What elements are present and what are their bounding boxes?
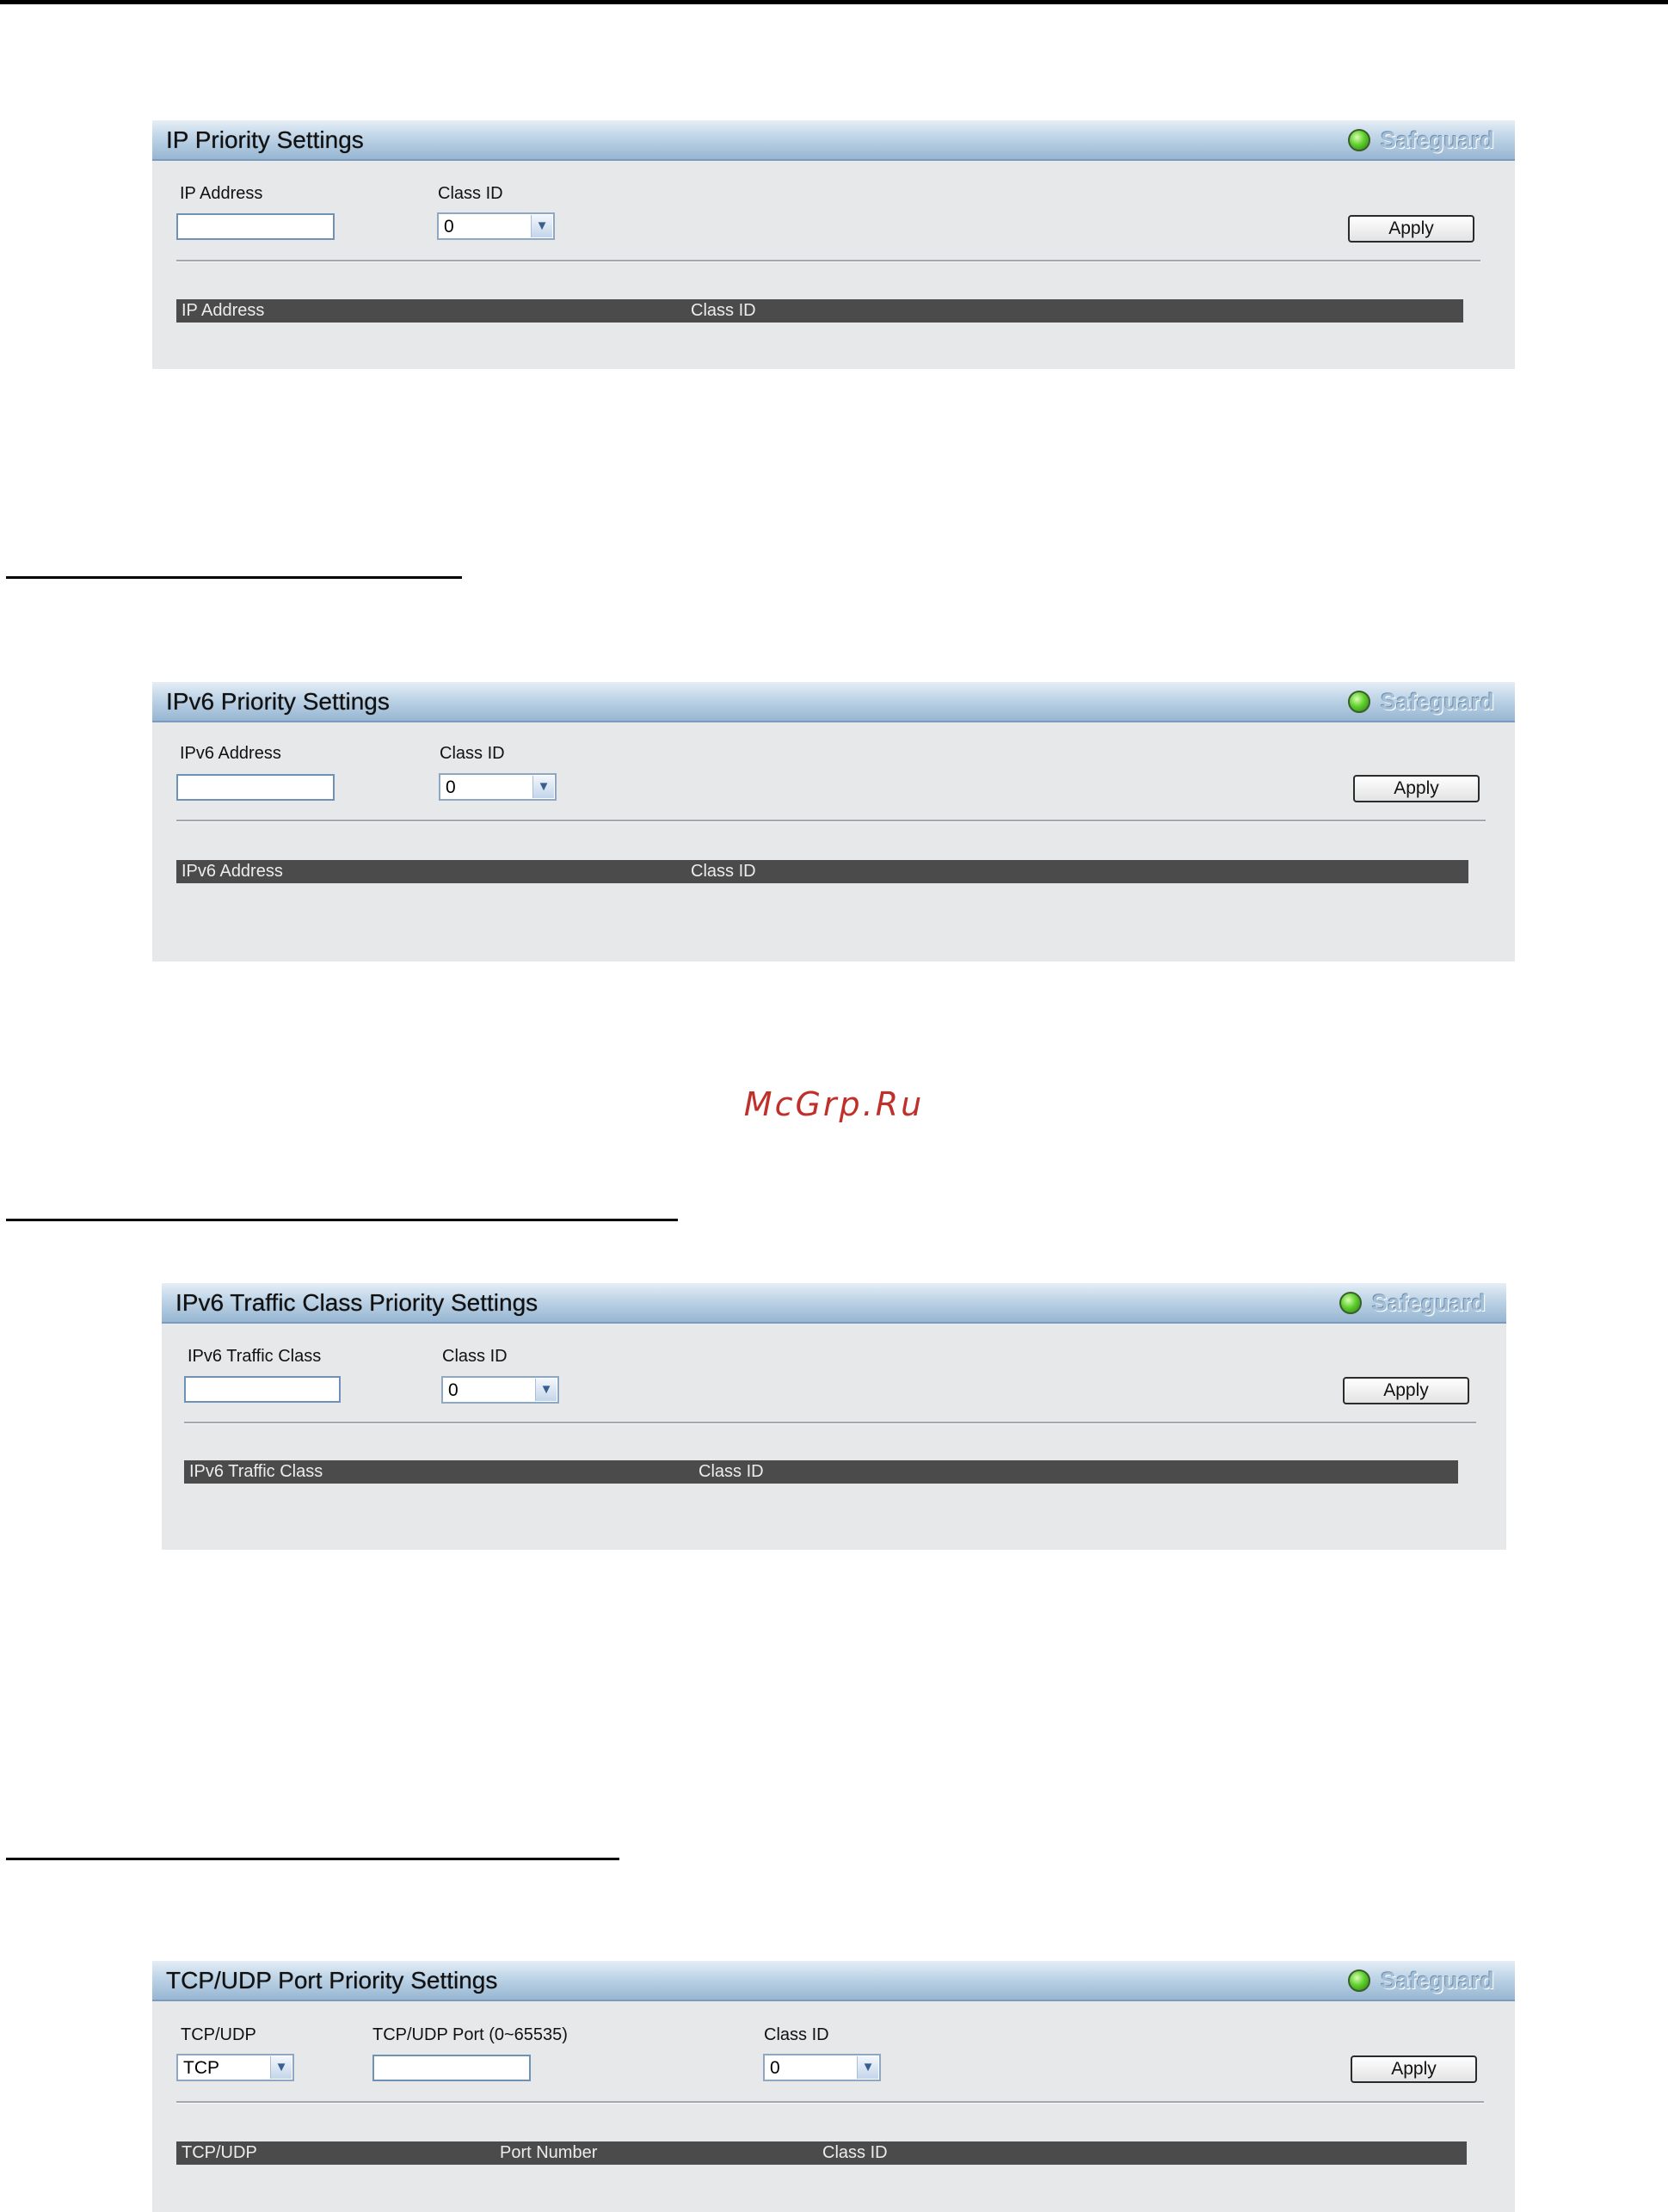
class-id-value: 0 [448,1380,459,1400]
tcp-udp-port-label: TCP/UDP Port (0~65535) [372,2025,568,2044]
apply-button[interactable]: Apply [1348,215,1474,243]
panel-title: IPv6 Priority Settings [166,688,390,715]
green-status-icon [1347,1969,1370,1992]
class-id-label: Class ID [764,2025,829,2044]
top-rule [0,0,1668,4]
ipv6-traffic-class-panel: IPv6 Traffic Class Priority Settings Saf… [162,1283,1506,1550]
safeguard-indicator: Safeguard [1347,688,1494,715]
column-class-id: Class ID [699,1462,764,1481]
column-ipv6-address: IPv6 Address [182,862,283,881]
panel-header: TCP/UDP Port Priority Settings Safeguard [152,1961,1515,2001]
divider [176,2101,1484,2104]
column-ip-address: IP Address [182,301,265,320]
safeguard-indicator: Safeguard [1339,1290,1486,1316]
ipv6-traffic-class-label: IPv6 Traffic Class [188,1347,322,1366]
section-rule [6,1219,678,1221]
divider [176,260,1480,262]
ipv6-address-label: IPv6 Address [180,744,281,763]
ipv6-priority-panel: IPv6 Priority Settings Safeguard IPv6 Ad… [152,682,1515,962]
divider [176,820,1486,822]
chevron-down-icon[interactable]: ▼ [532,776,554,798]
section-rule [6,1858,619,1860]
tcp-udp-port-input[interactable] [372,2055,531,2081]
table-header: IP Address Class ID [176,299,1463,323]
class-id-value: 0 [770,2058,780,2078]
safeguard-label: Safeguard [1380,688,1494,715]
table-header: IPv6 Traffic Class Class ID [184,1460,1458,1484]
tcp-udp-label: TCP/UDP [181,2025,256,2044]
panel-header: IP Priority Settings Safeguard [152,120,1515,161]
class-id-label: Class ID [442,1347,508,1366]
section-rule [6,576,462,579]
tcp-udp-select[interactable]: TCP ▼ [176,2054,294,2081]
column-class-id: Class ID [691,862,756,881]
panel-title: IPv6 Traffic Class Priority Settings [175,1289,539,1316]
table-header: TCP/UDP Port Number Class ID [176,2141,1467,2165]
apply-button[interactable]: Apply [1343,1377,1469,1404]
ipv6-traffic-class-input[interactable] [184,1376,341,1403]
tcp-udp-value: TCP [183,2058,219,2078]
divider [184,1422,1476,1424]
safeguard-label: Safeguard [1380,126,1494,153]
class-id-select[interactable]: 0 ▼ [763,2054,881,2081]
column-class-id: Class ID [691,301,756,320]
panel-title: IP Priority Settings [166,126,364,153]
class-id-select[interactable]: 0 ▼ [441,1376,559,1404]
column-class-id: Class ID [822,2143,888,2162]
class-id-select[interactable]: 0 ▼ [437,212,555,240]
ipv6-address-input[interactable] [176,774,335,801]
table-header: IPv6 Address Class ID [176,860,1468,883]
panel-header: IPv6 Priority Settings Safeguard [152,682,1515,722]
chevron-down-icon[interactable]: ▼ [270,2056,292,2079]
apply-button[interactable]: Apply [1351,2055,1477,2083]
ip-address-input[interactable] [176,213,335,240]
chevron-down-icon[interactable]: ▼ [535,1379,557,1401]
chevron-down-icon[interactable]: ▼ [531,215,552,237]
panel-header: IPv6 Traffic Class Priority Settings Saf… [162,1283,1506,1324]
safeguard-label: Safeguard [1380,1967,1494,1994]
tcp-udp-port-panel: TCP/UDP Port Priority Settings Safeguard… [152,1961,1515,2212]
class-id-label: Class ID [440,744,505,763]
column-port-number: Port Number [500,2143,598,2162]
safeguard-indicator: Safeguard [1347,126,1494,153]
class-id-value: 0 [444,217,454,237]
green-status-icon [1339,1292,1362,1314]
column-tcp-udp: TCP/UDP [182,2143,257,2162]
class-id-label: Class ID [438,184,503,203]
green-status-icon [1347,129,1370,151]
class-id-value: 0 [446,777,456,797]
panel-title: TCP/UDP Port Priority Settings [166,1967,498,1994]
watermark: McGrp.Ru [743,1085,925,1123]
class-id-select[interactable]: 0 ▼ [439,773,557,801]
ip-priority-panel: IP Priority Settings Safeguard IP Addres… [152,120,1515,369]
safeguard-label: Safeguard [1371,1289,1486,1316]
safeguard-indicator: Safeguard [1347,1967,1494,1994]
apply-button[interactable]: Apply [1353,775,1480,802]
column-ipv6-traffic-class: IPv6 Traffic Class [189,1462,323,1481]
chevron-down-icon[interactable]: ▼ [857,2056,878,2079]
green-status-icon [1347,691,1370,713]
ip-address-label: IP Address [180,184,263,203]
